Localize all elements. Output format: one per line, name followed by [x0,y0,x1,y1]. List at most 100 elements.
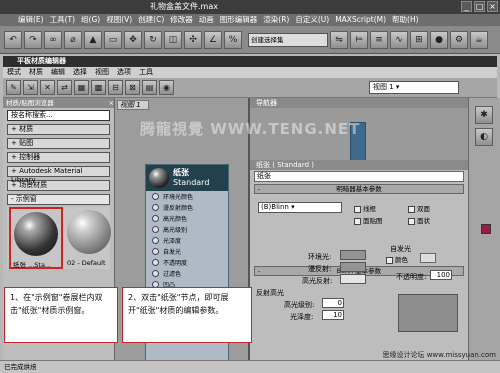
link-icon[interactable]: ∞ [44,30,62,49]
angle-snap-icon[interactable]: ∠ [204,30,222,49]
slot-self-illum[interactable]: 自发光 [146,246,228,257]
app-title-bar: 礼物盒盖文件.max _ □ × [0,0,500,14]
node-name: 纸张 [173,168,189,177]
move-children-icon[interactable]: ⇄ [57,80,72,95]
select-region-icon[interactable]: ▭ [104,30,122,49]
rollout-maps[interactable]: + 贴图 [7,138,110,149]
minimize-icon[interactable]: _ [461,1,472,12]
editor-menu-edit[interactable]: 编辑 [51,67,65,78]
param-editor-icon[interactable]: ▤ [142,80,157,95]
layout-icon[interactable]: ⊟ [108,80,123,95]
menu-create[interactable]: 创建(C) [138,14,164,26]
editor-menu-options[interactable]: 选项 [117,67,131,78]
face-map-checkbox[interactable]: 面贴图 [354,215,383,225]
self-illum-color-checkbox[interactable]: 颜色 [386,254,408,264]
slot-opacity[interactable]: 不透明度 [146,257,228,268]
snap-icon[interactable]: ✣ [184,30,202,49]
view-tab[interactable]: 视图 1 [117,100,149,110]
editor-menu-material[interactable]: 材质 [29,67,43,78]
default-sphere-thumb[interactable] [67,210,111,254]
maximize-icon[interactable]: □ [474,1,485,12]
shader-dropdown[interactable]: (B)Blinn ▾ [258,202,342,213]
self-illum-color-label: 颜色 [395,256,408,264]
editor-menu-mode[interactable]: 模式 [7,67,21,78]
two-sided-label: 双面 [417,205,430,213]
render-setup-icon[interactable]: ⚙ [450,30,468,49]
wireframe-checkbox[interactable]: 线框 [354,203,376,213]
rollout-autodesk-library[interactable]: + Autodesk Material Library [7,166,110,184]
watermark: 腾龍視覺 WWW.TENG.NET [140,120,361,138]
opacity-input[interactable]: 100 [430,270,452,280]
menu-tools[interactable]: 工具(T) [50,14,75,26]
two-sided-checkbox[interactable]: 双面 [408,203,430,213]
spec-level-input[interactable]: 0 [322,298,344,308]
assign-material-icon[interactable]: ⇲ [23,80,38,95]
slot-ambient[interactable]: 环境光颜色 [146,191,228,202]
menu-views[interactable]: 视图(V) [106,14,132,26]
close-icon[interactable]: × [487,1,498,12]
glossiness-label: 光泽度: [290,313,314,321]
slot-specular[interactable]: 高光颜色 [146,213,228,224]
render-icon[interactable]: ☕ [470,30,488,49]
material-name-field[interactable]: 纸张 [254,171,464,182]
rollout-controllers[interactable]: + 控制器 [7,152,110,163]
scale-icon[interactable]: ◫ [164,30,182,49]
move-icon[interactable]: ✥ [124,30,142,49]
menu-rendering[interactable]: 渲染(R) [263,14,289,26]
rollout-materials[interactable]: + 材质 [7,124,110,135]
diffuse-color-swatch[interactable] [340,262,366,272]
align-icon[interactable]: ⊨ [350,30,368,49]
view-dropdown[interactable]: 视图 1 ▾ [369,81,459,94]
menu-maxscript[interactable]: MAXScript(M) [335,14,386,26]
slot-filter[interactable]: 过滤色 [146,268,228,279]
menu-customize[interactable]: 自定义(U) [295,14,329,26]
redo-icon[interactable]: ↷ [24,30,42,49]
slot-diffuse[interactable]: 漫反射颜色 [146,202,228,213]
slot-spec-level[interactable]: 高光级别 [146,224,228,235]
layers-icon[interactable]: ≡ [370,30,388,49]
paper-slot-highlight[interactable]: 纸张 ...Sta... [9,207,63,269]
mirror-icon[interactable]: ⇋ [330,30,348,49]
browser-search-input[interactable]: 按名称搜索... [7,110,110,121]
delete-icon[interactable]: ✕ [40,80,55,95]
select-icon[interactable]: ▲ [84,30,102,49]
menu-graph-editors[interactable]: 图形编辑器 [220,14,258,26]
self-illum-spinner[interactable] [420,253,436,263]
specular-color-swatch[interactable] [340,274,366,284]
menu-help[interactable]: 帮助(H) [392,14,419,26]
checkbox-box-icon [386,256,393,264]
create-panel-icon[interactable]: ✱ [475,106,493,124]
select-by-material-icon[interactable]: ◉ [159,80,174,95]
slot-glossiness[interactable]: 光泽度 [146,235,228,246]
rollout-scene-materials[interactable]: + 场景材质 [7,180,110,191]
pick-material-icon[interactable]: ✎ [6,80,21,95]
schematic-icon[interactable]: ⊞ [410,30,428,49]
percent-snap-icon[interactable]: % [224,30,242,49]
ambient-color-swatch[interactable] [340,250,366,260]
object-color-swatch[interactable] [481,224,491,234]
unlink-icon[interactable]: ⌀ [64,30,82,49]
browser-close-icon[interactable]: × [109,98,114,108]
named-selection-dropdown[interactable]: 创建选择集 [248,32,328,47]
modify-panel-icon[interactable]: ◐ [475,128,493,146]
menu-edit[interactable]: 编辑(E) [18,14,44,26]
menu-animation[interactable]: 动画 [199,14,214,26]
show-background-icon[interactable]: ▩ [91,80,106,95]
material-editor-icon[interactable]: ● [430,30,448,49]
paper-sphere-thumb[interactable] [14,212,58,256]
editor-menu-select[interactable]: 选择 [73,67,87,78]
editor-menu-tools[interactable]: 工具 [139,67,153,78]
rotate-icon[interactable]: ↻ [144,30,162,49]
curve-editor-icon[interactable]: ∿ [390,30,408,49]
menu-modifiers[interactable]: 修改器 [170,14,193,26]
show-map-icon[interactable]: ▦ [74,80,89,95]
node-header[interactable]: 纸张 Standard [146,165,228,191]
faceted-checkbox[interactable]: 面状 [408,215,430,225]
shader-basic-rollout[interactable]: - 明暗器基本参数 [254,184,464,194]
glossiness-input[interactable]: 10 [322,310,344,320]
layout-children-icon[interactable]: ⊠ [125,80,140,95]
menu-group[interactable]: 组(G) [81,14,100,26]
undo-icon[interactable]: ↶ [4,30,22,49]
rollout-sample-slots[interactable]: - 示例窗 [7,194,110,205]
editor-menu-view[interactable]: 视图 [95,67,109,78]
